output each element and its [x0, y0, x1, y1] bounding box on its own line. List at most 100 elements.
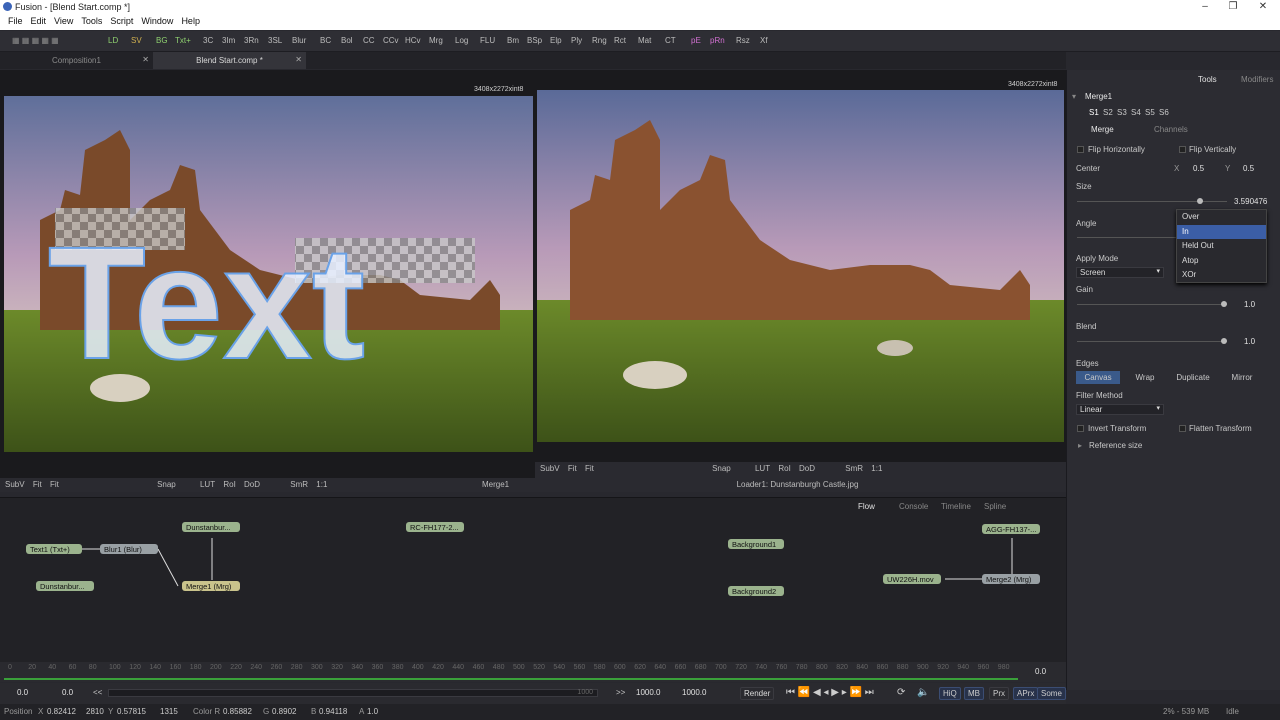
- blend-slider-knob[interactable]: [1221, 338, 1227, 344]
- edges-duplicate[interactable]: Duplicate: [1170, 371, 1216, 384]
- tool-ply[interactable]: Ply: [571, 36, 582, 45]
- snap-button[interactable]: Snap: [712, 464, 731, 473]
- menu-edit[interactable]: Edit: [27, 15, 51, 26]
- flow-node-dunstanburgh-1[interactable]: Dunstanbur...: [182, 522, 240, 532]
- operator-in[interactable]: In: [1177, 224, 1266, 239]
- slot-s4[interactable]: S4: [1131, 108, 1141, 117]
- minimize-icon[interactable]: –: [1198, 1, 1212, 12]
- collapse-icon[interactable]: ▾: [1072, 92, 1076, 101]
- tool-pe[interactable]: pE: [691, 36, 701, 45]
- flip-h-checkbox[interactable]: [1077, 146, 1084, 153]
- tool-xf[interactable]: Xf: [760, 36, 768, 45]
- tool-bc[interactable]: BC: [320, 36, 331, 45]
- tool-bol[interactable]: Bol: [341, 36, 353, 45]
- tool-sv[interactable]: SV: [131, 36, 142, 45]
- tool-rct[interactable]: Rct: [614, 36, 626, 45]
- tool-txt[interactable]: Txt+: [175, 36, 191, 45]
- angle-slider[interactable]: [1077, 237, 1177, 238]
- reference-size-label[interactable]: Reference size: [1089, 441, 1142, 450]
- playback-controls-icon[interactable]: ⏮ ⏪ ◀ ◂ ▶ ▸ ⏩ ⏭: [786, 687, 874, 698]
- render-button[interactable]: Render: [740, 687, 775, 700]
- size-slider[interactable]: [1077, 198, 1227, 204]
- tool-mat[interactable]: Mat: [638, 36, 651, 45]
- flow-node-blur1[interactable]: Blur1 (Blur): [100, 544, 158, 554]
- tool-blur[interactable]: Blur: [292, 36, 306, 45]
- menu-view[interactable]: View: [50, 15, 77, 26]
- fit-button-2[interactable]: Fit: [585, 464, 594, 473]
- restore-icon[interactable]: ❐: [1226, 1, 1240, 12]
- left-viewer[interactable]: Text 3408x2272xint8: [0, 70, 535, 478]
- roi-button[interactable]: RoI: [778, 464, 790, 473]
- close-tab-icon[interactable]: ✕: [142, 55, 149, 64]
- zoom-ratio[interactable]: 1:1: [316, 480, 327, 489]
- flow-panel[interactable]: Flow Console Timeline Spline Dunstanbur.…: [0, 497, 1066, 662]
- tab-tools[interactable]: Tools: [1198, 75, 1217, 84]
- tool-mrg[interactable]: Mrg: [429, 36, 443, 45]
- flow-node-merge1[interactable]: Merge1 (Mrg): [182, 581, 240, 591]
- tab-blend-start[interactable]: Blend Start.comp * ✕: [153, 52, 306, 69]
- some-button[interactable]: Some: [1037, 687, 1066, 700]
- flow-node-agg-fh137[interactable]: AGG-FH137-...: [982, 524, 1040, 534]
- tool-bg[interactable]: BG: [156, 36, 168, 45]
- global-end[interactable]: 1000.0: [682, 688, 706, 697]
- dod-button[interactable]: DoD: [244, 480, 260, 489]
- flow-node-dunstanburgh-2[interactable]: Dunstanbur...: [36, 581, 94, 591]
- current-time[interactable]: 0.0: [1035, 667, 1046, 676]
- slot-s2[interactable]: S2: [1103, 108, 1113, 117]
- roi-button[interactable]: RoI: [223, 480, 235, 489]
- subv-button[interactable]: SubV: [540, 464, 560, 473]
- gain-value[interactable]: 1.0: [1244, 300, 1255, 309]
- tool-hcv[interactable]: HCv: [405, 36, 421, 45]
- tool-prn[interactable]: pRn: [710, 36, 725, 45]
- edges-canvas[interactable]: Canvas: [1076, 371, 1120, 384]
- slot-s3[interactable]: S3: [1117, 108, 1127, 117]
- subv-button[interactable]: SubV: [5, 480, 25, 489]
- timeline-ruler[interactable]: 0 20 40 60 80 100 120 140 160 180 200 220 240 260 280 3…: [0, 662, 1066, 682]
- operator-held-out[interactable]: Held Out: [1177, 239, 1266, 254]
- smr-button[interactable]: SmR: [290, 480, 308, 489]
- operator-over[interactable]: Over: [1177, 210, 1266, 225]
- edges-mirror[interactable]: Mirror: [1220, 371, 1264, 384]
- tab-composition1[interactable]: Composition1 ✕: [0, 52, 153, 69]
- operator-xor[interactable]: XOr: [1177, 268, 1266, 283]
- menu-help[interactable]: Help: [177, 15, 204, 26]
- flow-node-text1[interactable]: Text1 (Txt+): [26, 544, 82, 554]
- tool-bm[interactable]: Bm: [507, 36, 519, 45]
- render-start[interactable]: 0.0: [62, 688, 73, 697]
- render-end[interactable]: 1000.0: [636, 688, 660, 697]
- tab-modifiers[interactable]: Modifiers: [1241, 75, 1273, 84]
- tool-cc[interactable]: CC: [363, 36, 375, 45]
- menu-window[interactable]: Window: [137, 15, 177, 26]
- expand-icon[interactable]: ▸: [1078, 441, 1082, 450]
- snap-button[interactable]: Snap: [157, 480, 176, 489]
- flatten-transform-checkbox[interactable]: [1179, 425, 1186, 432]
- lut-button[interactable]: LUT: [755, 464, 770, 473]
- range-slider[interactable]: 1000: [108, 689, 598, 697]
- size-value[interactable]: 3.590476: [1234, 197, 1267, 206]
- fit-button[interactable]: Fit: [33, 480, 42, 489]
- gain-slider[interactable]: [1077, 301, 1227, 307]
- edges-wrap[interactable]: Wrap: [1124, 371, 1166, 384]
- tool-rng[interactable]: Rng: [592, 36, 607, 45]
- flow-node-merge2[interactable]: Merge2 (Mrg): [982, 574, 1040, 584]
- subtab-merge[interactable]: Merge: [1091, 125, 1114, 134]
- center-y-value[interactable]: 0.5: [1243, 164, 1254, 173]
- flip-v-checkbox[interactable]: [1179, 146, 1186, 153]
- mb-button[interactable]: MB: [964, 687, 984, 700]
- tool-log[interactable]: Log: [455, 36, 468, 45]
- center-x-value[interactable]: 0.5: [1193, 164, 1204, 173]
- menu-file[interactable]: File: [4, 15, 27, 26]
- slot-s1[interactable]: S1: [1089, 108, 1099, 117]
- scroll-left-icon[interactable]: <<: [93, 688, 102, 697]
- invert-transform-checkbox[interactable]: [1077, 425, 1084, 432]
- aprx-button[interactable]: APrx: [1013, 687, 1039, 700]
- flow-node-background2[interactable]: Background2: [728, 586, 784, 596]
- scroll-right-icon[interactable]: >>: [616, 688, 625, 697]
- tool-flu[interactable]: FLU: [480, 36, 495, 45]
- hiq-button[interactable]: HiQ: [939, 687, 961, 700]
- apply-mode-dropdown[interactable]: Screen ▾: [1076, 267, 1164, 278]
- tool-elp[interactable]: Elp: [550, 36, 562, 45]
- blend-value[interactable]: 1.0: [1244, 337, 1255, 346]
- flow-node-background1[interactable]: Background1: [728, 539, 784, 549]
- slot-s6[interactable]: S6: [1159, 108, 1169, 117]
